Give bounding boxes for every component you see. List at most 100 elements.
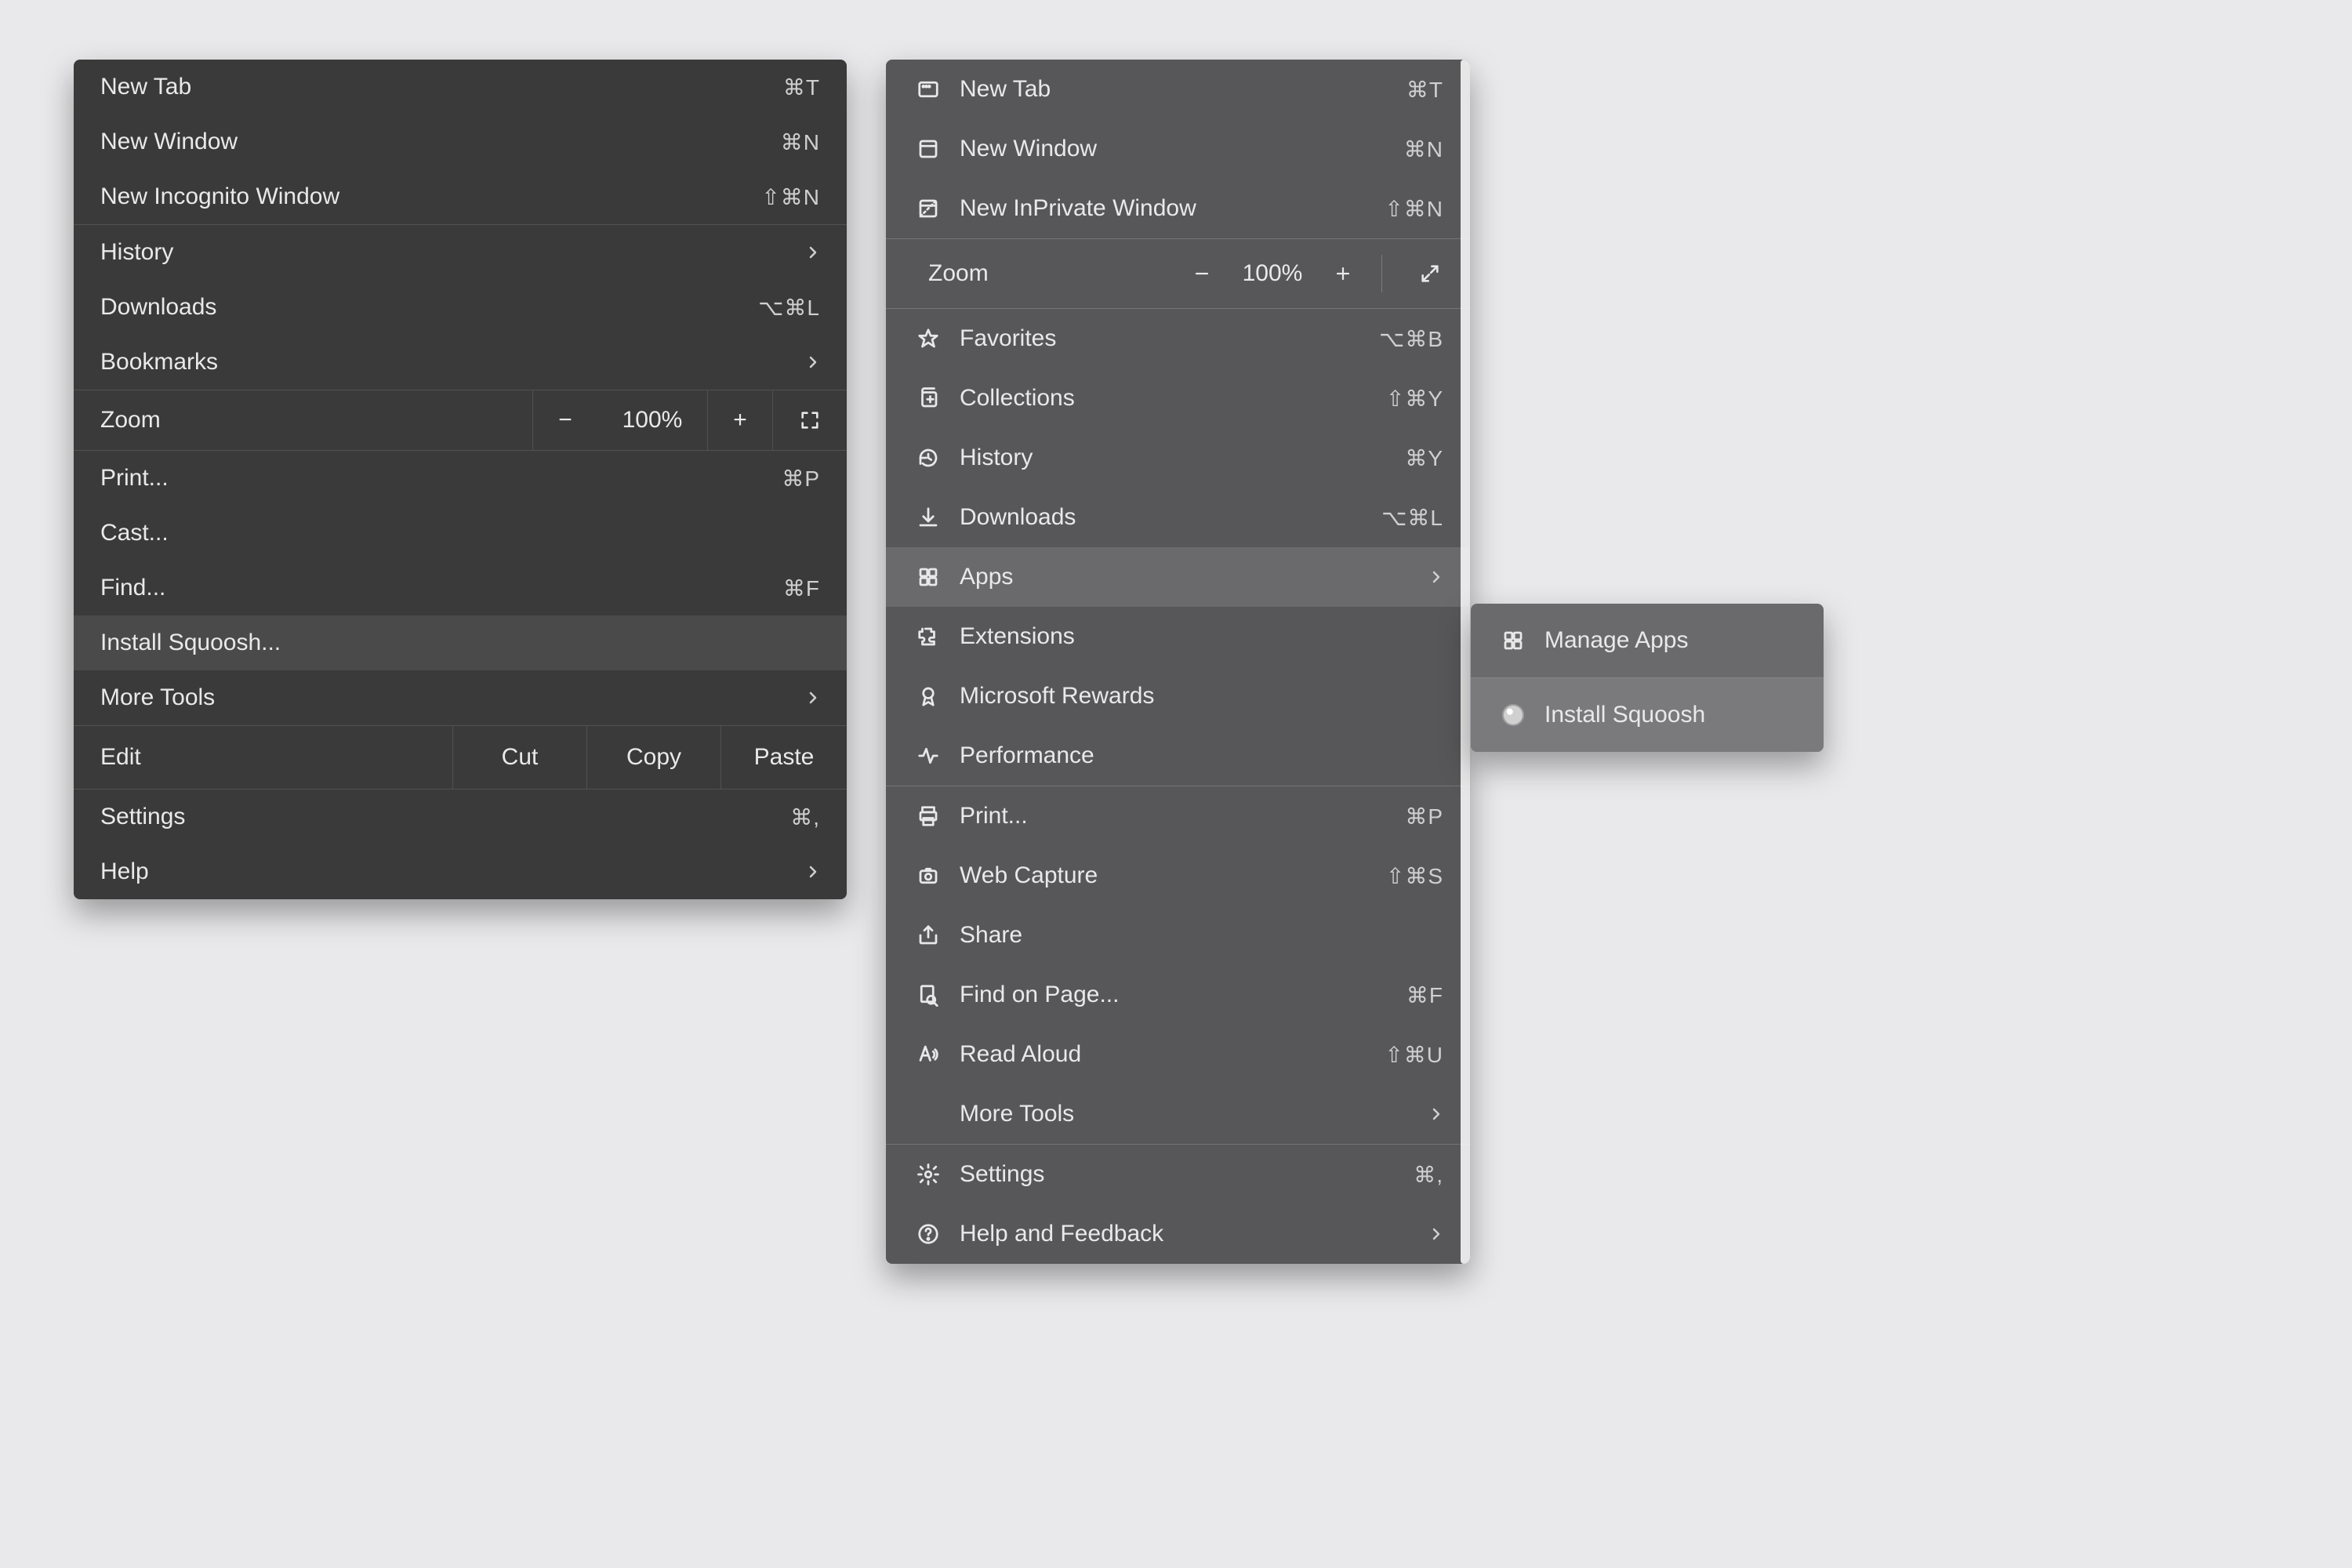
menu-item-label: New Tab (960, 76, 1391, 103)
menu-item-label: More Tools (960, 1101, 1414, 1127)
squoosh-icon (1497, 704, 1529, 726)
menu-item-print[interactable]: Print... ⌘P (74, 451, 847, 506)
menu-item-shortcut: ⌘P (1405, 804, 1443, 829)
menu-item-label: Microsoft Rewards (960, 683, 1443, 710)
menu-item-cast[interactable]: Cast... (74, 506, 847, 561)
web-capture-icon (913, 864, 944, 887)
menu-item-label: Collections (960, 385, 1370, 412)
button-label: Copy (626, 744, 681, 771)
menu-item-extensions[interactable]: Extensions (886, 607, 1470, 666)
menu-item-read-aloud[interactable]: Read Aloud ⇧⌘U (886, 1025, 1470, 1084)
favorites-icon (913, 327, 944, 350)
menu-item-print[interactable]: Print... ⌘P (886, 786, 1470, 846)
menu-item-new-tab[interactable]: New Tab ⌘T (886, 60, 1470, 119)
help-icon (913, 1222, 944, 1246)
zoom-plus-button[interactable]: + (707, 390, 772, 450)
menu-item-label: Favorites (960, 325, 1363, 352)
menu-item-find[interactable]: Find... ⌘F (74, 561, 847, 615)
minus-icon: − (558, 407, 572, 434)
scrollbar[interactable] (1461, 60, 1470, 1264)
menu-item-shortcut: ⌘T (1406, 77, 1443, 103)
menu-item-history[interactable]: History (74, 225, 847, 280)
chevron-right-icon (1429, 1107, 1443, 1121)
edit-copy-button[interactable]: Copy (586, 726, 720, 789)
menu-item-help-and-feedback[interactable]: Help and Feedback (886, 1204, 1470, 1264)
menu-item-downloads[interactable]: Downloads ⌥⌘L (74, 280, 847, 335)
settings-icon (913, 1163, 944, 1186)
submenu-item-install-squoosh[interactable]: Install Squoosh (1471, 678, 1824, 752)
menu-item-zoom: Zoom − 100% + (74, 390, 847, 450)
menu-item-new-tab[interactable]: New Tab ⌘T (74, 60, 847, 114)
menu-item-shortcut: ⇧⌘Y (1386, 386, 1443, 412)
menu-item-shortcut: ⌥⌘L (1381, 505, 1443, 531)
chevron-right-icon (806, 691, 820, 705)
menu-item-new-window[interactable]: New Window ⌘N (74, 114, 847, 169)
divider (1381, 255, 1382, 292)
menu-item-microsoft-rewards[interactable]: Microsoft Rewards (886, 666, 1470, 726)
stage: { "chrome_menu": { "group1": [ {"label":… (0, 0, 2352, 1568)
menu-item-edit: Edit Cut Copy Paste (74, 726, 847, 789)
expand-icon (1419, 263, 1441, 285)
inprivate-icon (913, 197, 944, 220)
menu-item-help[interactable]: Help (74, 844, 847, 899)
zoom-minus-button[interactable] (1174, 239, 1229, 308)
menu-item-shortcut: ⌥⌘L (758, 295, 820, 321)
menu-item-bookmarks[interactable]: Bookmarks (74, 335, 847, 390)
menu-item-downloads[interactable]: Downloads ⌥⌘L (886, 488, 1470, 547)
menu-item-label: Settings (100, 804, 775, 830)
menu-item-share[interactable]: Share (886, 906, 1470, 965)
menu-item-apps[interactable]: Apps (886, 547, 1470, 607)
chevron-right-icon (806, 245, 820, 260)
menu-item-label: Cast... (100, 520, 820, 546)
fullscreen-button[interactable] (1403, 239, 1457, 308)
menu-item-label: Edit (74, 726, 452, 789)
menu-item-install-squoosh[interactable]: Install Squoosh... (74, 615, 847, 670)
menu-item-more-tools[interactable]: More Tools (886, 1084, 1470, 1144)
menu-item-collections[interactable]: Collections ⇧⌘Y (886, 368, 1470, 428)
button-label: Paste (754, 744, 815, 771)
menu-item-label: Find on Page... (960, 982, 1391, 1008)
menu-item-performance[interactable]: Performance (886, 726, 1470, 786)
menu-item-label: Bookmarks (100, 349, 790, 376)
menu-item-new-inprivate-window[interactable]: New InPrivate Window ⇧⌘N (886, 179, 1470, 238)
new-window-icon (913, 137, 944, 161)
share-icon (913, 924, 944, 947)
menu-item-new-incognito-window[interactable]: New Incognito Window ⇧⌘N (74, 169, 847, 224)
menu-item-shortcut: ⇧⌘N (1385, 196, 1443, 222)
menu-item-shortcut: ⌘F (783, 575, 820, 601)
edit-paste-button[interactable]: Paste (720, 726, 847, 789)
menu-item-label: Print... (100, 465, 766, 492)
rewards-icon (913, 684, 944, 708)
plus-icon: + (733, 407, 747, 434)
submenu-item-manage-apps[interactable]: Manage Apps (1471, 604, 1824, 677)
menu-item-label: New InPrivate Window (960, 195, 1369, 222)
menu-item-history[interactable]: History ⌘Y (886, 428, 1470, 488)
menu-item-shortcut: ⌘Y (1405, 445, 1443, 471)
zoom-value: 100% (597, 407, 707, 434)
chevron-right-icon (806, 865, 820, 879)
chrome-menu: New Tab ⌘T New Window ⌘N New Incognito W… (74, 60, 847, 899)
menu-item-new-window[interactable]: New Window ⌘N (886, 119, 1470, 179)
menu-item-more-tools[interactable]: More Tools (74, 670, 847, 725)
menu-item-label: Install Squoosh... (100, 630, 820, 656)
menu-item-favorites[interactable]: Favorites ⌥⌘B (886, 309, 1470, 368)
menu-item-label: Settings (960, 1161, 1398, 1188)
menu-item-label: Zoom (913, 260, 989, 287)
print-icon (913, 804, 944, 828)
menu-item-find-on-page[interactable]: Find on Page... ⌘F (886, 965, 1470, 1025)
edit-cut-button[interactable]: Cut (452, 726, 586, 789)
zoom-plus-button[interactable] (1316, 239, 1370, 308)
zoom-minus-button[interactable]: − (532, 390, 597, 450)
menu-item-label: Read Aloud (960, 1041, 1369, 1068)
menu-item-shortcut: ⇧⌘U (1385, 1042, 1443, 1068)
menu-item-label: Extensions (960, 623, 1443, 650)
collections-icon (913, 387, 944, 410)
menu-item-settings[interactable]: Settings ⌘, (886, 1145, 1470, 1204)
menu-item-web-capture[interactable]: Web Capture ⇧⌘S (886, 846, 1470, 906)
performance-icon (913, 744, 944, 768)
plus-icon (1334, 264, 1352, 283)
menu-item-shortcut: ⌘N (781, 129, 820, 155)
menu-item-settings[interactable]: Settings ⌘, (74, 789, 847, 844)
menu-item-shortcut: ⌘, (1414, 1162, 1443, 1188)
fullscreen-button[interactable] (772, 390, 847, 450)
